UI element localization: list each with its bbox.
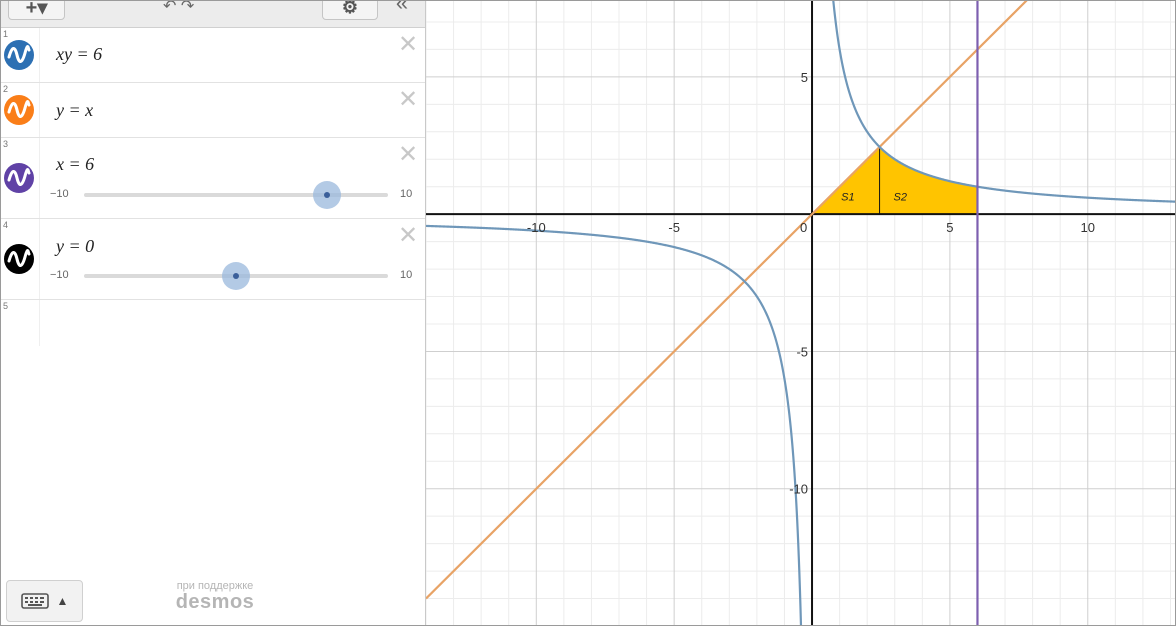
slider-min-label[interactable]: −10 (50, 269, 69, 281)
expression-number: 2 (3, 84, 9, 94)
wave-icon (4, 163, 34, 193)
slider-handle-dot (233, 273, 239, 279)
expression-number: 1 (3, 29, 9, 39)
gear-icon: ⚙ (341, 0, 359, 17)
delete-expression-button[interactable]: ✕ (398, 88, 418, 112)
slider-track[interactable] (84, 262, 388, 290)
delete-expression-button[interactable]: ✕ (398, 143, 418, 167)
expression-slider[interactable]: −10 10 (46, 181, 426, 209)
region-label-s1: S1 (841, 191, 854, 203)
y-tick-label: -5 (796, 344, 808, 359)
delete-expression-button[interactable]: ✕ (398, 224, 418, 248)
expression-number: 5 (3, 301, 9, 311)
expression-panel: +▾ ↶ ↷ ⚙ « 1 xy = 6 ✕ 2 y = x ✕ 3 x = 6 … (0, 0, 426, 626)
expression-gutter: 1 (0, 28, 40, 82)
wave-icon (4, 244, 34, 274)
slider-max-label[interactable]: 10 (400, 188, 412, 200)
expression-gutter: 2 (0, 83, 40, 137)
wave-icon (4, 95, 34, 125)
expression-latex[interactable]: y = 0 (56, 236, 94, 257)
expression-number: 4 (3, 220, 9, 230)
graph-canvas[interactable]: -10 -5 0 5 10 5 -5 -10 S1 S2 (426, 0, 1176, 626)
expression-latex[interactable]: x = 6 (56, 154, 94, 175)
expression-toolbar: +▾ ↶ ↷ ⚙ « (0, 0, 425, 28)
expression-row-4[interactable]: 4 y = 0 ✕ −10 10 (0, 219, 425, 300)
expression-latex[interactable]: y = x (56, 100, 93, 121)
expression-slider[interactable]: −10 10 (46, 262, 426, 290)
expression-number: 3 (3, 139, 9, 149)
line-y-equals-x (426, 0, 1028, 600)
caret-up-icon: ▲ (56, 594, 69, 608)
desmos-logo: desmos (175, 591, 255, 613)
slider-track[interactable] (84, 181, 388, 209)
delete-expression-button[interactable]: ✕ (398, 33, 418, 57)
settings-button[interactable]: ⚙ (322, 0, 378, 20)
expression-row-2[interactable]: 2 y = x ✕ (0, 83, 425, 138)
keyboard-toggle-button[interactable]: ▲ (6, 580, 83, 622)
x-tick-label: -10 (527, 220, 546, 235)
expression-row-1[interactable]: 1 xy = 6 ✕ (0, 28, 425, 83)
keyboard-icon (20, 593, 49, 609)
slider-handle-dot (324, 192, 331, 198)
powered-by-desmos[interactable]: при поддержке desmos (170, 580, 260, 614)
x-tick-label: 10 (1081, 220, 1095, 235)
y-tick-label: -10 (789, 482, 808, 497)
expression-color-icon[interactable] (4, 163, 34, 193)
x-tick-label: -5 (668, 220, 680, 235)
slider-handle[interactable] (222, 262, 250, 290)
expression-gutter: 4 (0, 219, 40, 299)
expression-color-icon[interactable] (4, 40, 34, 70)
expression-row-3[interactable]: 3 x = 6 ✕ −10 10 (0, 138, 425, 219)
undo-redo-icon: ↶ ↷ (163, 0, 195, 15)
expression-gutter: 3 (0, 138, 40, 218)
wave-icon (4, 40, 34, 70)
double-chevron-left-icon: « (395, 0, 409, 15)
slider-min-label[interactable]: −10 (50, 188, 69, 200)
y-tick-label: 5 (801, 70, 808, 85)
x-tick-label: 0 (800, 220, 807, 235)
undo-redo-buttons[interactable]: ↶ ↷ (163, 0, 223, 15)
add-icon: +▾ (25, 0, 48, 19)
slider-handle[interactable] (313, 181, 342, 209)
expression-latex[interactable]: xy = 6 (56, 44, 102, 65)
expression-color-icon[interactable] (4, 244, 34, 274)
add-expression-button[interactable]: +▾ (8, 0, 65, 20)
collapse-panel-button[interactable]: « (390, 0, 414, 15)
x-tick-label: 5 (946, 220, 953, 235)
hyperbola-curve (426, 224, 803, 626)
expression-color-icon[interactable] (4, 95, 34, 125)
slider-max-label[interactable]: 10 (400, 269, 412, 281)
graph-paper[interactable]: -10 -5 0 5 10 5 -5 -10 S1 S2 (426, 0, 1176, 626)
region-label-s2: S2 (894, 191, 907, 203)
